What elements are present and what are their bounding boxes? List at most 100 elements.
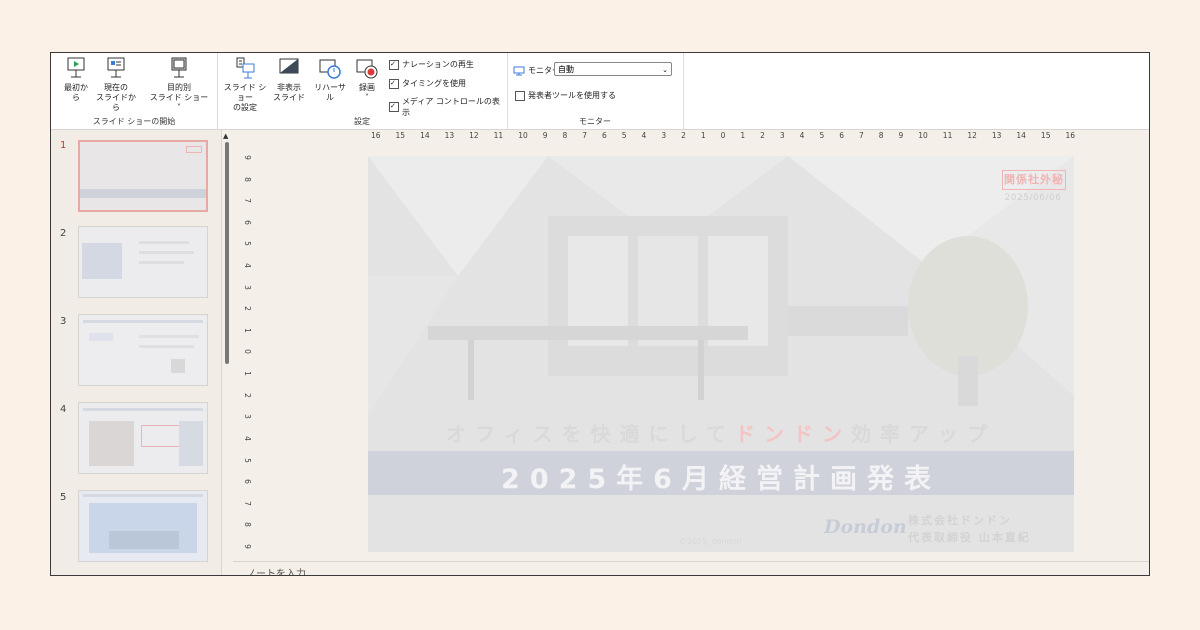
from-beginning-label: 最初から — [64, 83, 88, 102]
narration-checkbox[interactable] — [389, 59, 399, 70]
slide-thumbnail-5[interactable] — [78, 490, 208, 562]
slide-thumbnail-1[interactable] — [78, 140, 208, 212]
timings-checkbox-row[interactable]: タイミングを使用 — [389, 78, 466, 89]
ruler-tick-label: 8 — [242, 176, 252, 182]
ruler-tick-label: 9 — [542, 131, 548, 140]
ruler-tick-label: 2 — [681, 131, 686, 140]
ruler-tick-label: 15 — [1040, 131, 1051, 140]
timings-checkbox[interactable] — [389, 78, 399, 89]
slide-thumbnail-2[interactable] — [78, 226, 208, 298]
start-slideshow-group: 最初から 現在の スライドから 目的別 スライド ショー ˅ スライド ショーの… — [51, 53, 218, 129]
scroll-up-arrow-icon[interactable]: ▲ — [223, 132, 228, 140]
slide-thumbnails-pane: 1 2 3 4 5 — [51, 130, 222, 575]
ruler-tick-label: 4 — [242, 263, 252, 268]
current-slide-icon — [107, 57, 125, 78]
ruler-tick-label: 13 — [444, 131, 455, 140]
ruler-tick-label: 5 — [242, 241, 252, 247]
custom-slideshow-button[interactable]: 目的別 スライド ショー ˅ — [147, 57, 211, 113]
chevron-down-icon: ⌄ — [662, 66, 668, 74]
ruler-tick-label: 8 — [878, 131, 884, 140]
custom-show-label-2: スライド ショー ˅ — [149, 93, 209, 112]
record-label: 録画 — [359, 83, 375, 92]
ruler-tick-label: 1 — [700, 131, 706, 140]
record-dropdown-caret[interactable]: ˅ — [353, 93, 381, 103]
ruler-tick-label: 14 — [420, 131, 430, 140]
setup-slideshow-button[interactable]: スライド ショー の設定 — [221, 57, 269, 113]
presenter-view-checkbox[interactable] — [515, 90, 525, 101]
ruler-tick-label: 16 — [371, 131, 381, 140]
ruler-tick-label: 0 — [720, 131, 726, 140]
slide-thumbnail-3[interactable] — [78, 314, 208, 386]
thumbnail-number: 3 — [60, 316, 67, 327]
scrollbar-thumb[interactable] — [225, 142, 229, 364]
presenter-view-checkbox-row[interactable]: 発表者ツールを使用する — [515, 90, 616, 101]
ruler-tick-label: 11 — [493, 131, 504, 140]
ruler-tick-label: 9 — [242, 544, 252, 549]
ruler-tick-label: 9 — [898, 131, 904, 140]
ruler-tick-label: 7 — [582, 131, 588, 140]
ceo-name: 代表取締役 山本直紀 — [908, 531, 1031, 544]
subtitle-highlight: ドンドン — [735, 422, 851, 446]
setup-group-label: 設定 — [354, 117, 370, 126]
slide-title: 2025年6月経営計画発表 — [501, 464, 941, 495]
from-beginning-button[interactable]: 最初から — [61, 57, 91, 103]
ruler-tick-label: 15 — [395, 131, 406, 140]
ruler-tick-label: 2 — [242, 392, 252, 398]
slide-canvas[interactable]: 関係社外秘 2025/06/06 オフィスを快適にしてドンドン効率アップ 202… — [368, 156, 1074, 552]
copyright-text: ©2025_dondon — [679, 537, 742, 546]
ruler-tick-label: 2 — [760, 131, 765, 140]
monitor-select-value: 自動 — [558, 65, 574, 74]
ruler-tick-label: 6 — [242, 219, 252, 225]
ruler-tick-label: 10 — [518, 131, 528, 140]
ruler-tick-label: 3 — [242, 284, 252, 290]
custom-show-label-1: 目的別 — [167, 83, 191, 92]
thumbnails-scrollbar[interactable]: ▲ — [223, 130, 231, 575]
ruler-tick-label: 12 — [967, 131, 977, 140]
custom-show-icon — [171, 57, 187, 78]
ruler-tick-label: 14 — [1016, 131, 1026, 140]
hide-slide-button[interactable]: 非表示 スライド — [271, 57, 307, 103]
ruler-tick-label: 6 — [602, 131, 607, 140]
narration-checkbox-row[interactable]: ナレーションの再生 — [389, 59, 474, 70]
notes-pane[interactable]: ノートを入力 — [233, 561, 1149, 575]
slide-thumbnail-4[interactable] — [78, 402, 208, 474]
setup-show-icon — [236, 57, 255, 79]
rehearse-timings-button[interactable]: リハーサル — [311, 57, 349, 103]
ruler-tick-label: 5 — [242, 457, 252, 463]
media-controls-checkbox[interactable] — [389, 102, 399, 112]
ruler-tick-label: 4 — [641, 131, 647, 140]
monitor-select[interactable]: 自動 ⌄ — [554, 62, 672, 76]
record-button[interactable]: 録画 ˅ — [353, 57, 381, 103]
company-name: 株式会社ドンドン — [908, 514, 1012, 527]
play-screen-icon — [67, 57, 85, 78]
ruler-tick-label: 2 — [242, 306, 252, 312]
vertical-ruler: 9 8 7 6 5 4 3 2 1 0 1 2 3 4 5 6 7 8 9 — [241, 153, 253, 551]
slide-date: 2025/06/06 — [1004, 193, 1062, 203]
media-controls-label: メディア コントロールの表示 — [401, 97, 500, 117]
ruler-tick-label: 12 — [469, 131, 479, 140]
ruler-tick-label: 6 — [242, 479, 252, 485]
ruler-tick-label: 7 — [858, 131, 864, 140]
from-current-button[interactable]: 現在の スライドから — [93, 57, 139, 113]
ruler-tick-label: 10 — [918, 131, 928, 140]
ruler-tick-label: 1 — [242, 371, 252, 376]
timings-label: タイミングを使用 — [402, 79, 466, 88]
setup-show-label-1: スライド ショー — [223, 83, 267, 102]
thumbnail-number: 4 — [60, 404, 67, 415]
ruler-tick-label: 3 — [242, 414, 252, 420]
company-info: 株式会社ドンドン 代表取締役 山本直紀 — [908, 512, 1031, 546]
slideshow-ribbon: 最初から 現在の スライドから 目的別 スライド ショー ˅ スライド ショーの… — [51, 53, 1149, 130]
hide-slide-label-2: スライド — [273, 93, 305, 102]
narration-label: ナレーションの再生 — [402, 60, 474, 69]
setup-show-label-2: の設定 — [233, 103, 257, 112]
ruler-tick-label: 1 — [740, 131, 746, 140]
ruler-tick-label: 3 — [779, 131, 785, 140]
ruler-tick-label: 16 — [1065, 131, 1075, 140]
ruler-tick-label: 6 — [839, 131, 844, 140]
monitor-group-label: モニター — [579, 117, 611, 126]
ruler-tick-label: 11 — [942, 131, 953, 140]
subtitle-text-pre: オフィスを快適にして — [446, 422, 735, 446]
setup-group: スライド ショー の設定 非表示 スライド リハーサル 録画 ˅ ✓ ナレーショ… — [217, 53, 508, 129]
confidential-stamp: 関係社外秘 — [1002, 170, 1066, 190]
media-controls-checkbox-row[interactable]: メディア コントロールの表示 — [389, 96, 507, 118]
